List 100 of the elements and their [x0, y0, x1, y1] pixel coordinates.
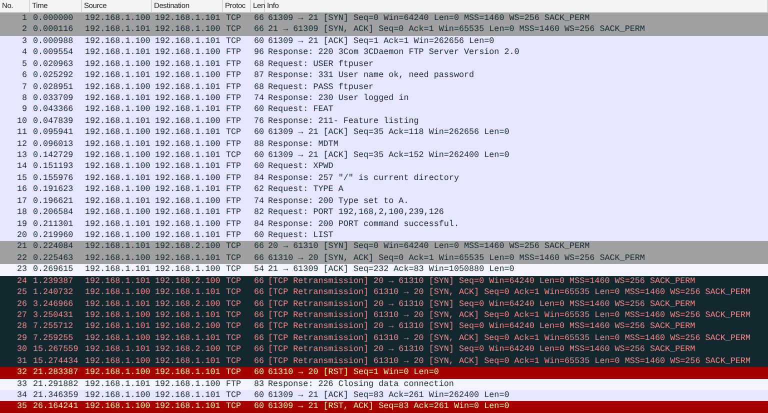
table-cell-text: 18	[16, 207, 28, 219]
table-cell-text: 31	[16, 356, 28, 368]
table-cell-text: 192.168.1.101	[84, 24, 152, 36]
table-cell-text: TCP	[225, 367, 242, 379]
packet-row[interactable]: 19 0.211301 192.168.1.101 192.168.1.100 FTP 84 Response: 200 PORT command successful.	[0, 218, 768, 230]
packet-row[interactable]: 11 0.095941 192.168.1.100 192.168.1.101 TCP 60 61309 → 21 [ACK] Seq=35 Ack=118 Win=262656 Len=0	[0, 127, 768, 139]
packet-row[interactable]: 8 0.033709 192.168.1.101 192.168.1.100 FTP 74 Response: 230 User logged in	[0, 92, 768, 104]
table-cell-text: 33	[16, 378, 28, 390]
table-cell-text: 19	[16, 218, 28, 230]
table-cell-text: 192.168.1.100	[154, 172, 222, 184]
table-cell-text: TCP	[225, 390, 242, 402]
table-cell-text: FTP	[225, 184, 242, 196]
packet-row[interactable]: 13 0.142729 192.168.1.100 192.168.1.101 TCP 60 61309 → 21 [ACK] Seq=35 Ack=152 Win=262400 Len=0	[0, 150, 768, 162]
table-cell-text: 0.096013	[32, 138, 74, 150]
table-cell-text: 192.168.1.100	[84, 58, 152, 70]
packet-row[interactable]: 4 0.009554 192.168.1.101 192.168.1.100 FTP 96 Response: 220 3Com 3CDaemon FTP Server Version 2.0	[0, 47, 768, 59]
table-cell-text: TCP	[225, 127, 242, 139]
table-cell-text: 7	[20, 82, 28, 93]
table-cell-text: FTP	[225, 196, 242, 208]
table-cell-text: 21.283387	[32, 367, 80, 379]
packet-row[interactable]: 17 0.196621 192.168.1.101 192.168.1.100 FTP 74 Response: 200 Type set to A.	[0, 196, 768, 208]
packet-row[interactable]: 9 0.043366 192.168.1.100 192.168.1.101 FTP 60 Request: FEAT	[0, 104, 768, 116]
packet-row[interactable]: 28 7.255712 192.168.1.101 192.168.2.100 TCP 66 [TCP Retransmission] 20 → 61310 [SYN] Seq=0 Win=64240 Len=0 MSS=1460 WS=256 SACK_PERM	[0, 321, 768, 333]
packet-row[interactable]: 5 0.020963 192.168.1.100 192.168.1.101 FTP 68 Request: USER ftpuser	[0, 58, 768, 70]
table-cell-text: 0.196621	[32, 196, 74, 208]
table-cell-text: 192.168.2.100	[154, 344, 222, 356]
packet-row[interactable]: 1 0.000000 192.168.1.100 192.168.1.101 TCP 66 61309 → 21 [SYN] Seq=0 Win=64240 Len=0 MSS=1460 WS=256 SACK_PERM	[0, 13, 768, 24]
packet-row[interactable]: 21 0.224084 192.168.1.101 192.168.2.100 TCP 66 20 → 61310 [SYN] Seq=0 Win=64240 Len=0 MSS=1460 WS=256 SACK_PERM	[0, 241, 768, 253]
table-cell-text: 192.168.1.101	[154, 401, 222, 413]
packet-row[interactable]: 3 0.000988 192.168.1.100 192.168.1.101 TCP 60 61309 → 21 [ACK] Seq=1 Ack=1 Win=262656 Len=0	[0, 36, 768, 48]
packet-row[interactable]: 2 0.000116 192.168.1.101 192.168.1.100 TCP 66 21 → 61309 [SYN, ACK] Seq=0 Ack=1 Win=65535 Len=0 MSS=1460 WS=256 SACK_PERM	[0, 24, 768, 36]
table-cell-text: 0.025292	[32, 70, 74, 82]
table-cell-text: 61309 → 21 [RST, ACK] Seq=83 Ack=261 Win=0 Len=0	[267, 401, 510, 413]
table-cell-text: FTP	[225, 47, 242, 59]
table-cell-text: 66	[253, 241, 265, 253]
table-cell-text: TCP	[225, 332, 242, 344]
table-cell-text: 192.168.1.101	[84, 92, 152, 104]
table-cell-text: 192.168.1.101	[154, 104, 222, 116]
table-cell-text: TCP	[225, 276, 242, 288]
packet-row[interactable]: 23 0.269615 192.168.1.101 192.168.1.100 TCP 54 21 → 61309 [ACK] Seq=232 Ack=83 Win=1050880 Len=0	[0, 264, 768, 276]
packet-row[interactable]: 30 15.267559 192.168.1.101 192.168.2.100 TCP 66 [TCP Retransmission] 20 → 61310 [SYN] Seq=0 Win=64240 Len=0 MSS=1460 WS=256 SACK_PERM	[0, 344, 768, 356]
table-cell-text: 61309 → 21 [ACK] Seq=35 Ack=118 Win=262656 Len=0	[267, 127, 510, 139]
packet-row[interactable]: 26 3.246966 192.168.1.101 192.168.2.100 TCP 66 [TCP Retransmission] 20 → 61310 [SYN] Seq=0 Win=64240 Len=0 MSS=1460 WS=256 SACK_PERM	[0, 298, 768, 310]
table-cell-text: 192.168.1.100	[84, 127, 152, 139]
table-cell-text: 66	[253, 344, 265, 356]
table-cell-text: 22	[16, 252, 28, 264]
table-cell-text: 192.168.1.101	[84, 172, 152, 184]
table-cell-text: 192.168.1.101	[84, 241, 152, 253]
packet-row[interactable]: 18 0.206584 192.168.1.100 192.168.1.101 FTP 82 Request: PORT 192,168,2,100,239,126	[0, 207, 768, 219]
table-cell-text: 60	[253, 401, 265, 413]
packet-row[interactable]: 7 0.028951 192.168.1.100 192.168.1.101 FTP 68 Request: PASS ftpuser	[0, 82, 768, 93]
table-cell-text: 192.168.1.100	[154, 196, 222, 208]
table-cell-text: 192.168.1.101	[84, 218, 152, 230]
table-cell-text: 192.168.1.101	[84, 264, 152, 276]
table-cell-text: TCP	[225, 13, 242, 24]
packet-row[interactable]: 15 0.155976 192.168.1.101 192.168.1.100 FTP 84 Response: 257 "/" is current directory	[0, 172, 768, 184]
packet-row[interactable]: 14 0.151193 192.168.1.100 192.168.1.101 FTP 60 Request: XPWD	[0, 161, 768, 173]
table-cell-text: Request: USER ftpuser	[267, 58, 375, 70]
table-cell-text: 192.168.1.101	[154, 184, 222, 196]
table-cell-text: 192.168.1.100	[154, 24, 222, 36]
packet-row[interactable]: 12 0.096013 192.168.1.101 192.168.1.100 FTP 88 Response: MDTM	[0, 138, 768, 150]
packet-row[interactable]: 22 0.225463 192.168.1.100 192.168.1.101 TCP 66 61310 → 20 [SYN, ACK] Seq=0 Ack=1 Win=65535 Len=0 MSS=1460 WS=256 SACK_PERM	[0, 252, 768, 264]
packet-row[interactable]: 16 0.191623 192.168.1.100 192.168.1.101 FTP 62 Request: TYPE A	[0, 184, 768, 196]
packet-row[interactable]: 32 21.283387 192.168.1.100 192.168.1.101 TCP 60 61310 → 20 [RST] Seq=1 Win=0 Len=0	[0, 367, 768, 378]
packet-row[interactable]: 34 21.346359 192.168.1.100 192.168.1.101 TCP 60 61309 → 21 [ACK] Seq=83 Ack=261 Win=262400 Len=0	[0, 390, 768, 402]
table-cell-text: 192.168.1.100	[84, 401, 152, 413]
table-cell-text: 0.000000	[32, 13, 74, 24]
table-cell-text: 66	[253, 332, 265, 344]
table-cell-text: 23	[16, 264, 28, 276]
packet-row[interactable]: 31 15.274434 192.168.1.100 192.168.1.101 TCP 66 [TCP Retransmission] 61310 → 20 [SYN, ACK] Seq=0 Ack=1 Win=65535 Len=0 MSS=1460 WS=256 SACK_PERM	[0, 356, 768, 368]
packet-row[interactable]: 27 3.250431 192.168.1.100 192.168.1.101 TCP 66 [TCP Retransmission] 61310 → 20 [SYN, ACK] Seq=0 Ack=1 Win=65535 Len=0 MSS=1460 WS=256 SACK_PERM	[0, 310, 768, 322]
table-cell-text: 60	[253, 367, 265, 379]
table-cell-text: 24	[16, 276, 28, 288]
table-cell-text: 6	[20, 70, 28, 82]
table-cell-text: 28	[16, 321, 28, 333]
packet-row[interactable]: 25 1.240732 192.168.1.100 192.168.1.101 TCP 66 [TCP Retransmission] 61310 → 20 [SYN, ACK] Seq=0 Ack=1 Win=65535 Len=0 MSS=1460 WS=256 SACK_PERM	[0, 287, 768, 299]
table-cell-text: 192.168.2.100	[154, 241, 222, 253]
table-cell-text: TCP	[225, 401, 242, 413]
table-cell-text: 192.168.1.100	[154, 264, 222, 276]
table-cell-text: 60	[253, 230, 265, 242]
table-cell-text: 15.267559	[32, 344, 80, 356]
packet-row[interactable]: 29 7.259255 192.168.1.100 192.168.1.101 TCP 66 [TCP Retransmission] 61310 → 20 [SYN, ACK] Seq=0 Ack=1 Win=65535 Len=0 MSS=1460 WS=256 SACK_PERM	[0, 332, 768, 344]
table-cell-text: Response: 257 "/" is current directory	[267, 172, 460, 184]
packet-row[interactable]: 6 0.025292 192.168.1.101 192.168.1.100 FTP 87 Response: 331 User name ok, need password	[0, 70, 768, 82]
table-cell-text: TCP	[225, 252, 242, 264]
table-cell-text: 2	[20, 24, 28, 36]
packet-row[interactable]: 24 1.239387 192.168.1.101 192.168.2.100 TCP 66 [TCP Retransmission] 20 → 61310 [SYN] Seq=0 Win=64240 Len=0 MSS=1460 WS=256 SACK_PERM	[0, 276, 768, 288]
table-cell-text: [TCP Retransmission] 20 → 61310 [SYN] Seq=0 Win=64240 Len=0 MSS=1460 WS=256 SACK_PERM	[267, 276, 696, 288]
table-cell-text: 192.168.1.101	[84, 47, 152, 59]
table-cell-text: FTP	[225, 116, 242, 128]
packet-row[interactable]: 35 26.164241 192.168.1.100 192.168.1.101 TCP 60 61309 → 21 [RST, ACK] Seq=83 Ack=261 Win=0 Len=0	[0, 401, 768, 413]
table-cell-text: 3.250431	[32, 310, 74, 322]
table-cell-text: 192.168.1.100	[84, 36, 152, 48]
table-cell-text: FTP	[225, 104, 242, 116]
table-cell-text: 0.269615	[32, 264, 74, 276]
packet-row[interactable]: 20 0.219960 192.168.1.100 192.168.1.101 FTP 60 Request: LIST	[0, 230, 768, 242]
packet-row[interactable]: 10 0.047839 192.168.1.101 192.168.1.100 FTP 76 Response: 211- Feature listing	[0, 116, 768, 128]
packet-row[interactable]: 33 21.291882 192.168.1.101 192.168.1.100 FTP 83 Response: 226 Closing data connection	[0, 378, 768, 390]
table-cell-text: 192.168.1.100	[84, 104, 152, 116]
table-cell-text: Response: 211- Feature listing	[267, 116, 420, 128]
